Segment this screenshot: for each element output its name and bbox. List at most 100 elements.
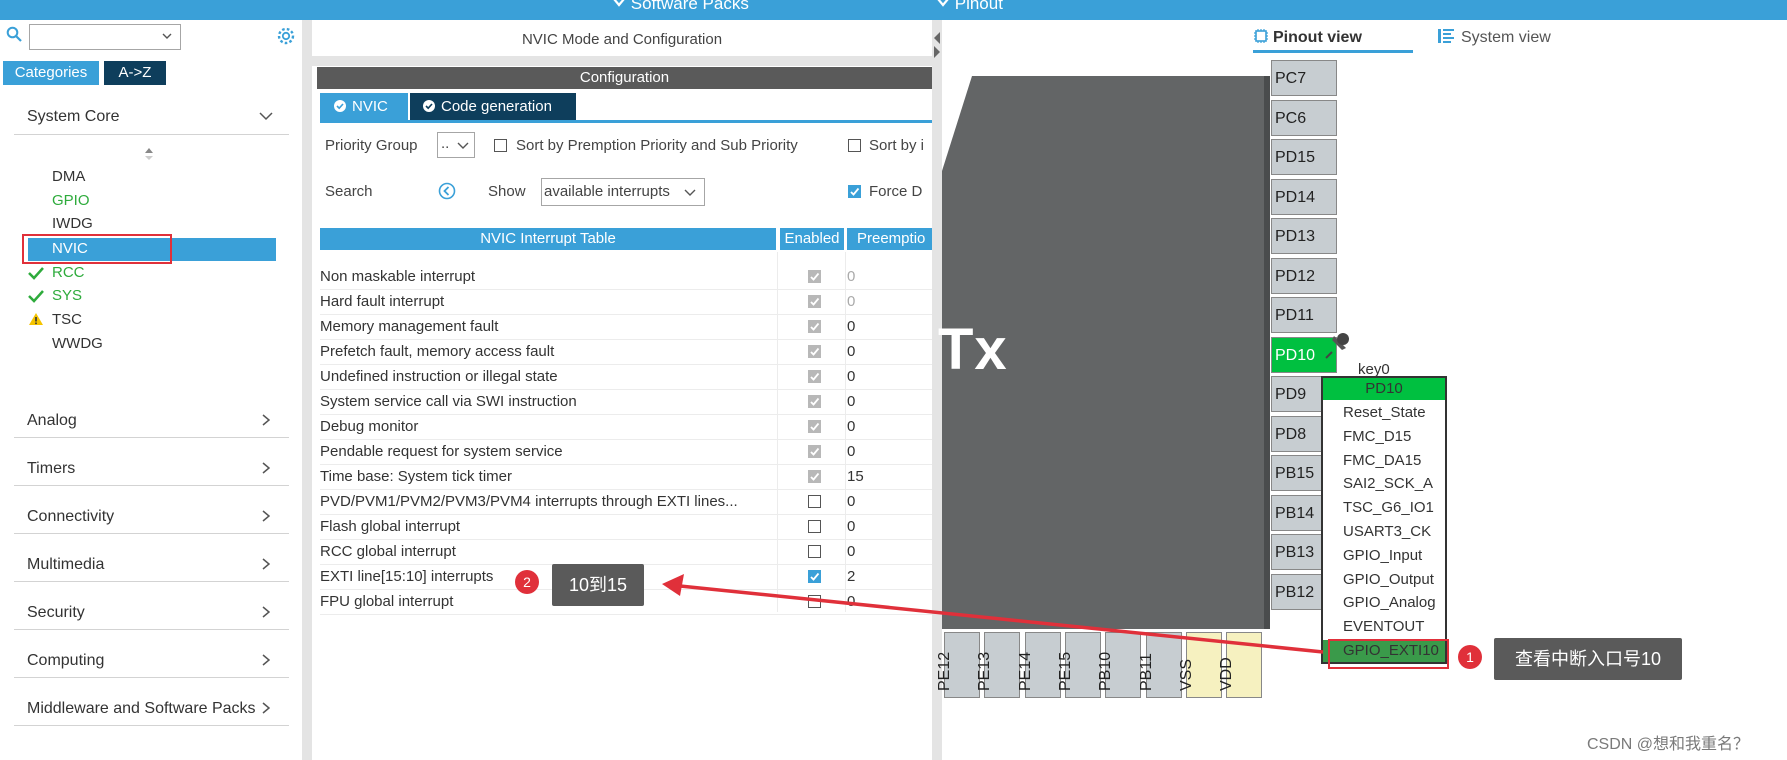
pin-menu-item[interactable]: FMC_DA15 [1343, 452, 1421, 469]
table-row[interactable]: Prefetch fault, memory access fault 0 [320, 339, 932, 365]
tree-item-dma[interactable]: DMA [52, 168, 85, 185]
table-row[interactable]: Debug monitor 0 [320, 414, 932, 440]
preemption-priority[interactable]: 0 [847, 293, 855, 310]
top-bar: Software Packs Pinout [0, 0, 1787, 20]
table-row[interactable]: PVD/PVM1/PVM2/PVM3/PVM4 interrupts throu… [320, 489, 932, 515]
enabled-checkbox[interactable] [808, 495, 821, 508]
preemption-priority[interactable]: 0 [847, 318, 855, 335]
tree-item-sys[interactable]: SYS [52, 287, 82, 304]
search-input[interactable] [29, 24, 181, 50]
pin-menu-item[interactable]: EVENTOUT [1343, 618, 1424, 635]
pin-menu-item[interactable]: GPIO_Analog [1343, 594, 1436, 611]
show-select[interactable]: available interrupts [541, 178, 705, 206]
enabled-checkbox[interactable] [808, 520, 821, 533]
table-row[interactable]: Flash global interrupt 0 [320, 514, 932, 540]
chevron-right-icon[interactable] [262, 558, 270, 570]
tab-categories[interactable]: Categories [3, 61, 99, 85]
table-row[interactable]: Pendable request for system service 0 [320, 439, 932, 465]
gear-icon[interactable] [276, 26, 296, 46]
tab-system-view[interactable]: System view [1437, 28, 1551, 47]
pin-pd11[interactable]: PD11 [1271, 297, 1337, 333]
section-system-core[interactable]: System Core [27, 108, 119, 126]
tab-a-z[interactable]: A->Z [104, 61, 166, 85]
chevron-right-icon[interactable] [262, 510, 270, 522]
tree-item-rcc[interactable]: RCC [52, 264, 85, 281]
chevron-right-icon[interactable] [262, 606, 270, 618]
preemption-priority[interactable]: 0 [847, 268, 855, 285]
table-row[interactable]: Time base: System tick timer 15 [320, 464, 932, 490]
section-connectivity[interactable]: Connectivity [27, 508, 114, 526]
table-row[interactable]: Non maskable interrupt 0 [320, 264, 932, 290]
preemption-priority[interactable]: 0 [847, 443, 855, 460]
section-computing[interactable]: Computing [27, 652, 104, 670]
chevron-right-icon[interactable] [262, 702, 270, 714]
pinout-menu[interactable]: Pinout [936, 0, 1003, 14]
pin-menu-item[interactable]: GPIO_EXTI10 [1343, 642, 1439, 659]
section-timers[interactable]: Timers [27, 460, 75, 478]
chevron-right-icon[interactable] [262, 654, 270, 666]
pin-menu-item[interactable]: Reset_State [1343, 404, 1426, 421]
table-row[interactable]: Memory management fault 0 [320, 314, 932, 340]
collapse-arrow-icon[interactable] [932, 28, 942, 58]
section-multimedia[interactable]: Multimedia [27, 556, 104, 574]
preemption-priority[interactable]: 15 [847, 468, 864, 485]
tab-pinout-view[interactable]: Pinout view [1253, 28, 1362, 47]
preemption-priority[interactable]: 0 [847, 343, 855, 360]
enabled-checkbox [808, 270, 821, 283]
check-icon [810, 397, 820, 406]
sort-premption-checkbox[interactable] [494, 139, 507, 152]
tree-item-wwdg[interactable]: WWDG [52, 335, 103, 352]
pin-pd13[interactable]: PD13 [1271, 218, 1337, 254]
panel-splitter[interactable] [302, 20, 312, 760]
preemption-priority[interactable]: 0 [847, 418, 855, 435]
section-analog[interactable]: Analog [27, 412, 77, 430]
pin-menu-item[interactable]: SAI2_SCK_A [1343, 475, 1433, 492]
col-header-preemption[interactable]: Preemptio [847, 228, 932, 250]
pin-pd15[interactable]: PD15 [1271, 139, 1337, 175]
tree-item-tsc[interactable]: TSC [52, 311, 82, 328]
pin-pd12[interactable]: PD12 [1271, 257, 1337, 294]
pin-pc6[interactable]: PC6 [1271, 99, 1337, 136]
pin-menu-item[interactable]: USART3_CK [1343, 523, 1431, 540]
table-row[interactable]: Undefined instruction or illegal state 0 [320, 364, 932, 390]
check-icon [810, 272, 820, 281]
preemption-priority[interactable]: 0 [847, 543, 855, 560]
tab-nvic[interactable]: NVIC [320, 93, 408, 120]
pin-menu-item[interactable]: TSC_G6_IO1 [1343, 499, 1434, 516]
col-header-table[interactable]: NVIC Interrupt Table [320, 228, 776, 250]
interrupt-name: Flash global interrupt [320, 518, 461, 535]
table-row[interactable]: RCC global interrupt 0 [320, 539, 932, 565]
section-security[interactable]: Security [27, 604, 85, 622]
tab-code-generation[interactable]: Code generation [410, 93, 576, 120]
sort-by-checkbox[interactable] [848, 139, 861, 152]
search-arrow-icon[interactable] [438, 182, 456, 200]
sort-icon[interactable] [144, 147, 154, 161]
check-icon [810, 447, 820, 456]
check-icon [810, 322, 820, 331]
preemption-priority[interactable]: 0 [847, 393, 855, 410]
table-row[interactable]: System service call via SWI instruction 0 [320, 389, 932, 415]
pin-menu-item[interactable]: GPIO_Input [1343, 547, 1422, 564]
pin-pd14[interactable]: PD14 [1271, 178, 1337, 215]
tree-item-gpio[interactable]: GPIO [52, 192, 90, 209]
section-middleware[interactable]: Middleware and Software Packs [27, 700, 256, 718]
preemption-priority[interactable]: 0 [847, 518, 855, 535]
table-row[interactable]: Hard fault interrupt 0 [320, 289, 932, 315]
preemption-priority[interactable]: 0 [847, 493, 855, 510]
chevron-right-icon[interactable] [262, 414, 270, 426]
search-icon[interactable] [6, 26, 22, 42]
force-checkbox[interactable] [848, 185, 861, 198]
pin-pc7[interactable]: PC7 [1271, 60, 1337, 96]
pin-menu-item[interactable]: FMC_D15 [1343, 428, 1411, 445]
col-header-enabled[interactable]: Enabled [780, 228, 844, 250]
tree-item-iwdg[interactable]: IWDG [52, 215, 93, 232]
pin-menu-item[interactable]: GPIO_Output [1343, 571, 1434, 588]
enabled-checkbox[interactable] [808, 545, 821, 558]
chevron-down-icon[interactable] [259, 111, 273, 121]
chevron-right-icon[interactable] [262, 462, 270, 474]
divider [14, 134, 289, 135]
preemption-priority[interactable]: 0 [847, 368, 855, 385]
interrupt-name: Memory management fault [320, 318, 499, 335]
priority-group-select[interactable]: .. [437, 132, 475, 158]
software-packs-menu[interactable]: Software Packs [612, 0, 749, 14]
